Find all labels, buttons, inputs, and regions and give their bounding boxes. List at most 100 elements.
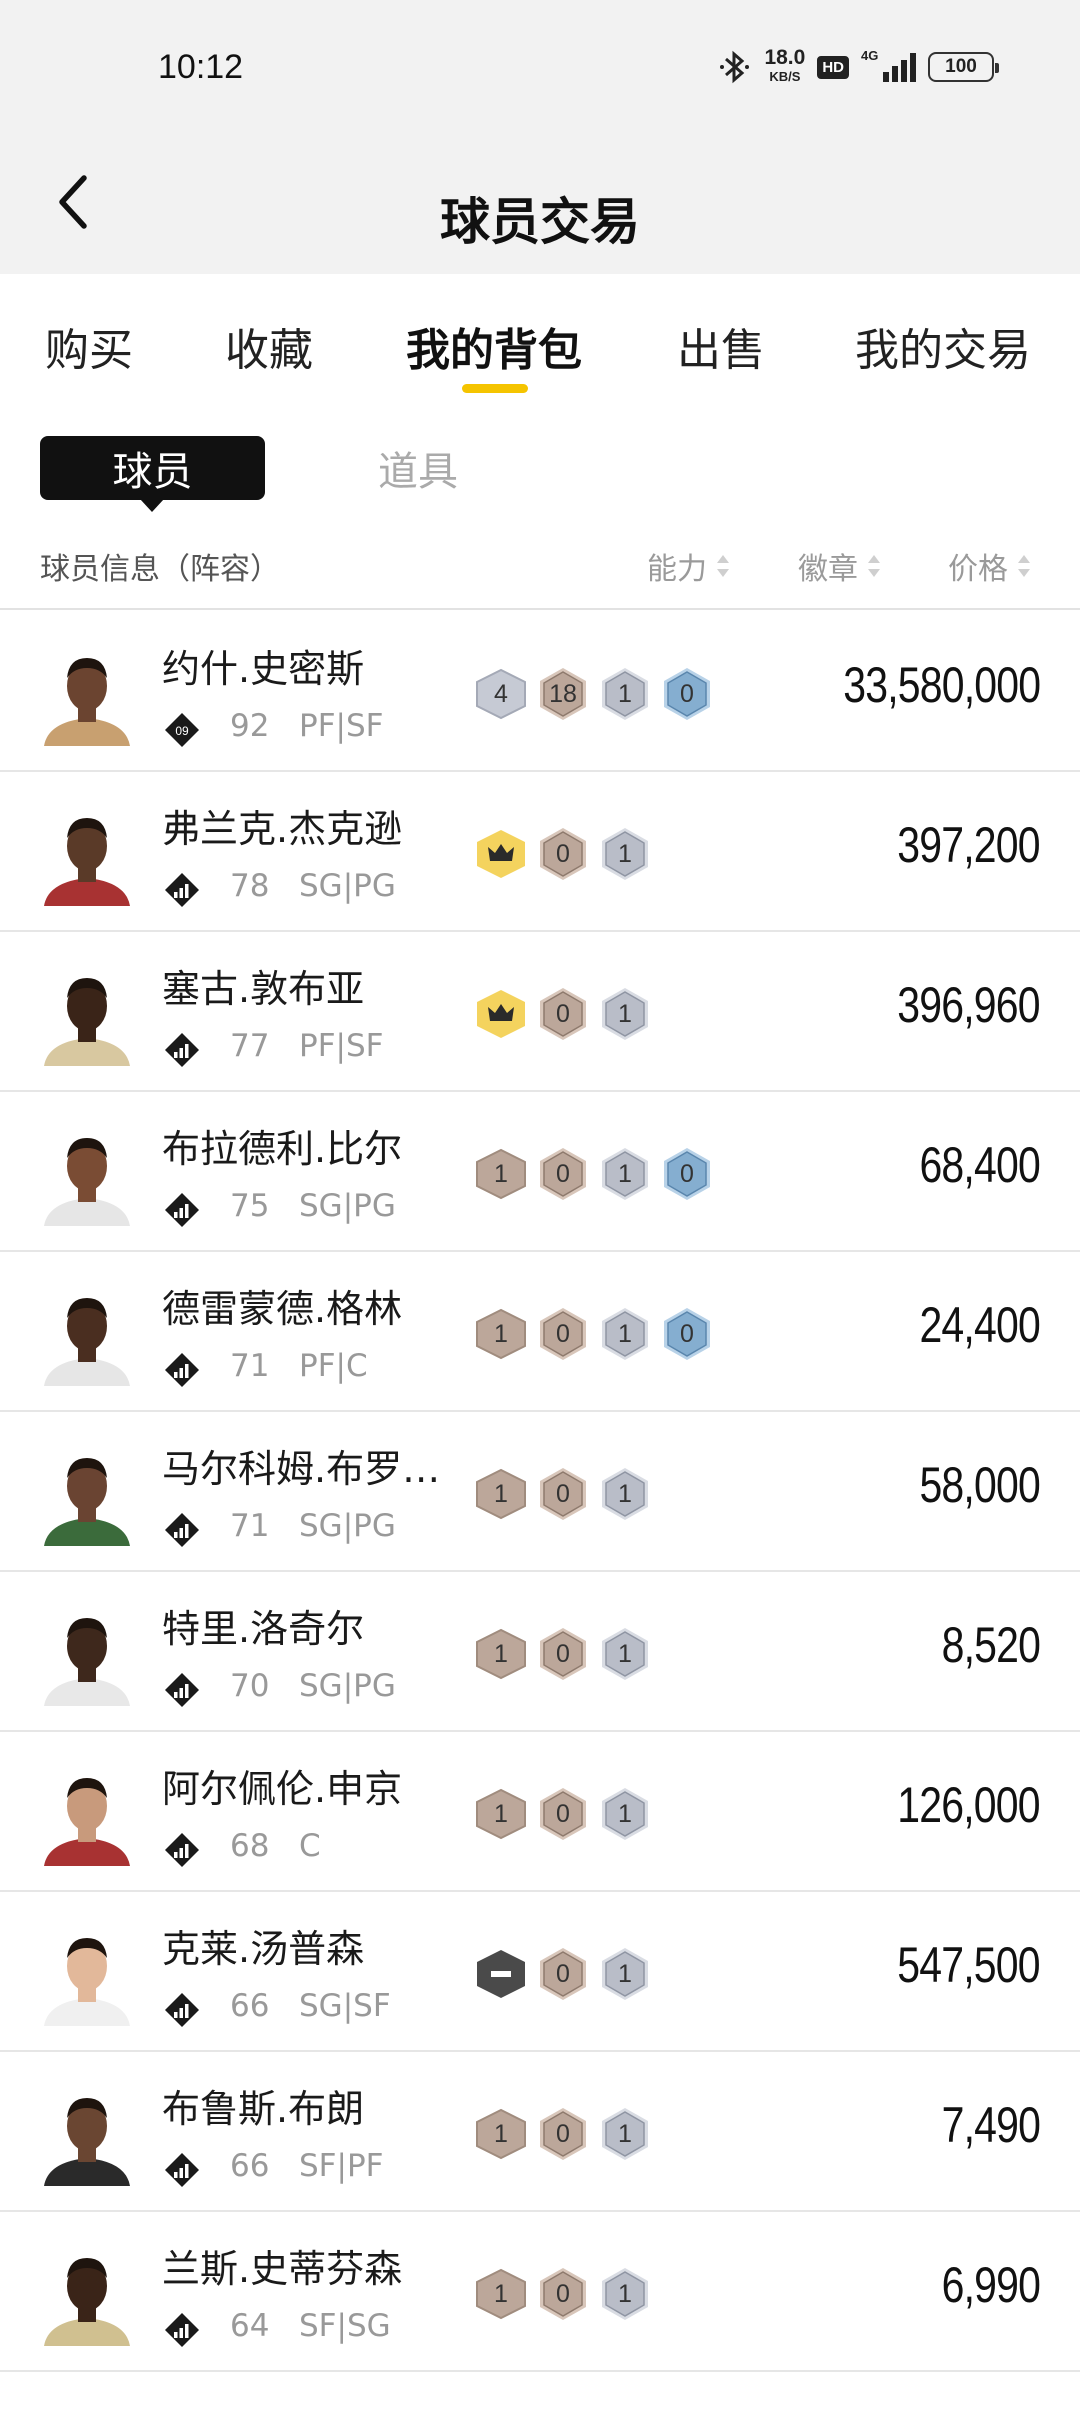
badge-hex-icon: 0 <box>661 666 713 722</box>
tier-diamond-icon <box>165 1033 199 1067</box>
player-name: 布鲁斯.布朗 <box>162 2087 365 2131</box>
player-rating: 66 <box>230 2148 270 2184</box>
badge-group: 01 <box>475 826 651 882</box>
player-rating: 64 <box>230 2308 270 2344</box>
player-row[interactable]: 阿尔佩伦.申京 68 C 1 0 1 126,000 <box>0 1732 1080 1892</box>
tier-diamond-icon <box>165 1993 199 2027</box>
network-speed: 18.0 KB/S <box>764 46 806 84</box>
player-price: 58,000 <box>919 1457 1041 1513</box>
player-position: PF|C <box>299 1348 368 1384</box>
sort-arrows-icon <box>717 555 729 577</box>
tab-my-trades[interactable]: 我的交易 <box>855 314 1031 378</box>
badge-group: 101 <box>475 1786 651 1842</box>
player-name: 特里.洛奇尔 <box>162 1607 365 1651</box>
player-position: SG|PG <box>299 1508 396 1544</box>
player-rating: 70 <box>230 1668 270 1704</box>
player-name: 阿尔佩伦.申京 <box>162 1767 403 1811</box>
tab-favorites[interactable]: 收藏 <box>225 314 313 378</box>
badge-group: 101 <box>475 1466 651 1522</box>
badge-group: 101 <box>475 1626 651 1682</box>
player-price: 547,500 <box>897 1937 1041 1993</box>
active-tab-indicator <box>462 384 528 393</box>
ability-shield-icon: 1 <box>475 1466 527 1522</box>
player-avatar <box>38 1762 136 1866</box>
player-price: 6,990 <box>941 2257 1040 2313</box>
badge-hex-icon: 18 <box>537 666 589 722</box>
player-position: SG|PG <box>299 1668 396 1704</box>
player-price: 33,580,000 <box>842 657 1041 713</box>
player-name: 弗兰克.杰克逊 <box>162 807 403 851</box>
player-position: SG|PG <box>299 1188 396 1224</box>
player-rating: 92 <box>230 708 270 744</box>
column-header: 球员信息（阵容） 能力 徽章 价格 <box>0 530 1080 610</box>
badge-hex-icon: 0 <box>537 2106 589 2162</box>
player-avatar <box>38 642 136 746</box>
player-name: 克莱.汤普森 <box>162 1927 365 1971</box>
battery-icon: 100 <box>928 52 999 82</box>
player-row[interactable]: 兰斯.史蒂芬森 64 SF|SG 1 0 1 6,990 <box>0 2212 1080 2372</box>
badge-hex-icon: 0 <box>537 826 589 882</box>
player-avatar <box>38 1442 136 1546</box>
badge-hex-icon: 0 <box>537 1626 589 1682</box>
player-row[interactable]: 弗兰克.杰克逊 78 SG|PG 0 1 397,200 <box>0 772 1080 932</box>
badge-group: 101 <box>475 2266 651 2322</box>
segment-players[interactable]: 球员 <box>40 436 265 512</box>
badge-hex-icon: 0 <box>537 2266 589 2322</box>
tier-diamond-icon <box>165 2313 199 2347</box>
crown-badge-icon <box>475 826 527 882</box>
player-rating: 75 <box>230 1188 270 1224</box>
player-position: C <box>299 1828 321 1864</box>
svg-text:09: 09 <box>175 724 189 738</box>
player-row[interactable]: 特里.洛奇尔 70 SG|PG 1 0 1 8,520 <box>0 1572 1080 1732</box>
tab-sell[interactable]: 出售 <box>677 314 765 378</box>
tier-diamond-icon: 09 <box>165 713 199 747</box>
tab-buy[interactable]: 购买 <box>45 314 133 378</box>
player-row[interactable]: 布拉德利.比尔 75 SG|PG 1 0 1 0 68,400 <box>0 1092 1080 1252</box>
player-avatar <box>38 962 136 1066</box>
player-row[interactable]: 约什.史密斯 09 92 PF|SF 4 18 1 0 33,580,000 <box>0 612 1080 772</box>
ability-shield-icon: 1 <box>475 2106 527 2162</box>
player-rating: 68 <box>230 1828 270 1864</box>
player-row[interactable]: 布鲁斯.布朗 66 SF|PF 1 0 1 7,490 <box>0 2052 1080 2212</box>
ability-shield-icon: 1 <box>475 1626 527 1682</box>
player-row[interactable]: 克莱.汤普森 66 SG|SF 0 1 547,500 <box>0 1892 1080 2052</box>
badge-hex-icon: 1 <box>599 2266 651 2322</box>
player-rating: 77 <box>230 1028 270 1064</box>
ability-shield-icon: 1 <box>475 1146 527 1202</box>
sort-arrows-icon <box>1018 555 1030 577</box>
player-rating: 71 <box>230 1348 270 1384</box>
player-price: 126,000 <box>897 1777 1041 1833</box>
tier-diamond-icon <box>165 1193 199 1227</box>
badge-hex-icon: 1 <box>599 1146 651 1202</box>
segment-items[interactable]: 道具 <box>378 436 458 500</box>
sort-ability[interactable]: 能力 <box>647 544 731 588</box>
player-avatar <box>38 1602 136 1706</box>
badge-group: 101 <box>475 2106 651 2162</box>
player-price: 8,520 <box>941 1617 1040 1673</box>
player-avatar <box>38 1282 136 1386</box>
player-rating: 71 <box>230 1508 270 1544</box>
sort-price[interactable]: 价格 <box>948 544 1032 588</box>
badge-group: 01 <box>475 986 651 1042</box>
tier-diamond-icon <box>165 1353 199 1387</box>
player-row[interactable]: 马尔科姆.布罗格... 71 SG|PG 1 0 1 58,000 <box>0 1412 1080 1572</box>
badge-group: 4 18 1 0 <box>475 666 713 722</box>
sort-badges[interactable]: 徽章 <box>798 544 882 588</box>
badge-hex-icon: 0 <box>537 1146 589 1202</box>
badge-hex-icon: 0 <box>537 986 589 1042</box>
ability-shield-icon: 4 <box>475 666 527 722</box>
tab-my-bag[interactable]: 我的背包 <box>406 314 582 378</box>
badge-hex-icon: 0 <box>661 1146 713 1202</box>
player-position: SF|SG <box>299 2308 391 2344</box>
ability-shield-icon: 1 <box>475 1786 527 1842</box>
player-row[interactable]: 塞古.敦布亚 77 PF|SF 0 1 396,960 <box>0 932 1080 1092</box>
player-name: 布拉德利.比尔 <box>162 1127 403 1171</box>
player-price: 68,400 <box>919 1137 1041 1193</box>
player-name: 兰斯.史蒂芬森 <box>162 2247 403 2291</box>
player-avatar <box>38 2242 136 2346</box>
hd-icon: HD <box>817 55 849 79</box>
player-position: PF|SF <box>299 1028 384 1064</box>
column-player-info: 球员信息（阵容） <box>40 552 280 587</box>
player-row[interactable]: 德雷蒙德.格林 71 PF|C 1 0 1 0 24,400 <box>0 1252 1080 1412</box>
player-price: 397,200 <box>897 817 1041 873</box>
